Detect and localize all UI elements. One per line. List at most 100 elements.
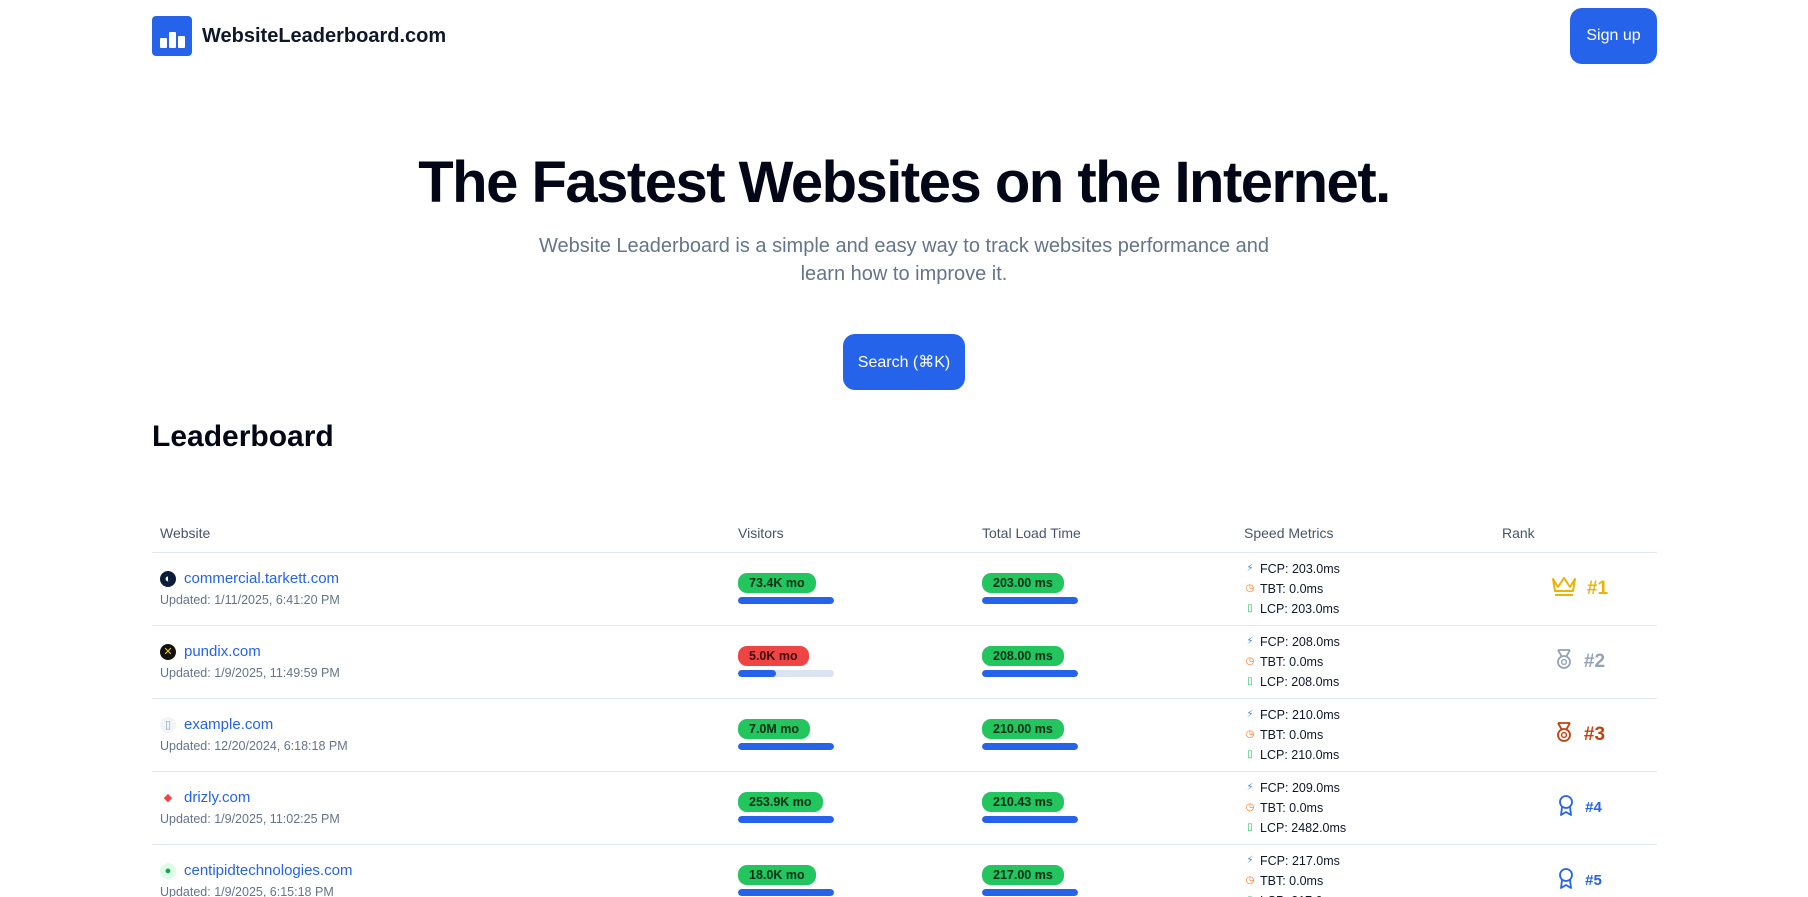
clock-icon: ◷ [1245,656,1255,667]
rank-badge: #1 [1551,575,1608,602]
rank-number: #2 [1583,650,1606,672]
site-header: WebsiteLeaderboard.com Sign up [152,8,1657,64]
tbt-value: TBT: 0.0ms [1260,727,1324,742]
visitors-cell: 73.4K mo [730,552,974,626]
tbt-value: TBT: 0.0ms [1260,800,1324,815]
table-row[interactable]: ▯ example.com Updated: 12/20/2024, 6:18:… [152,698,1657,772]
rank-cell: #2 [1494,625,1657,699]
updated-timestamp: Updated: 12/20/2024, 6:18:18 PM [160,739,348,753]
metric-tbt: ◷ TBT: 0.0ms [1244,725,1494,745]
rank-badge: #3 [1554,721,1605,748]
metric-fcp: ⚡ FCP: 217.0ms [1244,851,1494,871]
column-speed-metrics: Speed Metrics [1236,514,1494,553]
speed-metrics-cell: ⚡ FCP: 210.0ms ◷ TBT: 0.0ms ▯ LCP: 210.0ms [1236,698,1494,772]
visitors-cell: 7.0M mo [730,698,974,772]
page-title: The Fastest Websites on the Internet. [418,150,1391,215]
site-link[interactable]: drizly.com [184,789,250,806]
metric-fcp: ⚡ FCP: 203.0ms [1244,559,1494,579]
fcp-value: FCP: 203.0ms [1260,561,1340,576]
site-link[interactable]: pundix.com [184,643,261,660]
visitors-badge: 253.9K mo [738,792,823,812]
metric-lcp: ▯ LCP: 210.0ms [1244,745,1494,765]
metric-tbt: ◷ TBT: 0.0ms [1244,871,1494,891]
site-favicon-icon: ◐ [160,570,176,587]
leaderboard-title: Leaderboard [152,420,334,453]
visitors-bar-fill [738,889,834,896]
table-row[interactable]: ● centipidtechnologies.com Updated: 1/9/… [152,844,1657,897]
lightning-icon: ⚡ [1246,782,1254,793]
visitors-badge: 73.4K mo [738,573,816,593]
speed-metrics-cell: ⚡ FCP: 208.0ms ◷ TBT: 0.0ms ▯ LCP: 208.0ms [1236,625,1494,699]
rank-cell: #4 [1494,771,1657,845]
clock-icon: ◷ [1245,729,1255,740]
site-favicon-icon: ✕ [160,643,176,660]
visitors-bar-fill [738,816,834,823]
visitors-bar [738,816,834,823]
rank-number: #4 [1585,799,1602,816]
rank-badge: #2 [1554,648,1605,675]
hero-subtitle: Website Leaderboard is a simple and easy… [538,235,1269,285]
metric-tbt: ◷ TBT: 0.0ms [1244,579,1494,599]
visitors-badge: 18.0K mo [738,865,816,885]
website-cell: ◆ drizly.com Updated: 1/9/2025, 11:02:25… [152,771,730,845]
bar-chart-icon [152,16,192,56]
metric-lcp: ▯ LCP: 203.0ms [1244,599,1494,619]
site-link[interactable]: commercial.tarkett.com [184,570,339,587]
lcp-value: LCP: 208.0ms [1260,674,1340,689]
tbt-value: TBT: 0.0ms [1260,581,1324,596]
visitors-cell: 18.0K mo [730,844,974,897]
updated-timestamp: Updated: 1/9/2025, 11:49:59 PM [160,666,340,680]
load-time-bar-fill [982,889,1078,896]
metric-lcp: ▯ LCP: 2482.0ms [1244,818,1494,838]
table-row[interactable]: ◐ commercial.tarkett.com Updated: 1/11/2… [152,552,1657,626]
lcp-value: LCP: 217.0ms [1260,894,1339,897]
brand-name: WebsiteLeaderboard.com [202,24,447,47]
load-time-bar [982,670,1078,677]
lightning-icon: ⚡ [1246,855,1254,866]
website-cell: ▯ example.com Updated: 12/20/2024, 6:18:… [152,698,730,772]
metric-lcp: ▯ LCP: 208.0ms [1244,672,1494,692]
leaderboard-table: Website Visitors Total Load Time Speed M… [152,514,1657,897]
metric-fcp: ⚡ FCP: 210.0ms [1244,705,1494,725]
visitors-bar [738,889,834,896]
lightning-icon: ⚡ [1246,709,1254,720]
lcp-value: LCP: 2482.0ms [1260,820,1347,835]
column-website: Website [152,514,730,553]
device-icon: ▯ [1247,749,1253,760]
load-time-bar-fill [982,743,1078,750]
load-time-cell: 210.00 ms [974,698,1236,772]
metric-fcp: ⚡ FCP: 208.0ms [1244,632,1494,652]
search-button[interactable]: Search (⌘K) [843,334,965,390]
lcp-value: LCP: 210.0ms [1260,747,1340,762]
table-row[interactable]: ◆ drizly.com Updated: 1/9/2025, 11:02:25… [152,771,1657,845]
device-icon: ▯ [1247,676,1253,687]
load-time-badge: 210.43 ms [982,792,1064,812]
load-time-badge: 210.00 ms [982,719,1064,739]
fcp-value: FCP: 217.0ms [1260,853,1340,868]
metric-tbt: ◷ TBT: 0.0ms [1244,798,1494,818]
brand[interactable]: WebsiteLeaderboard.com [152,16,446,56]
lcp-value: LCP: 203.0ms [1260,601,1340,616]
visitors-cell: 253.9K mo [730,771,974,845]
signup-button[interactable]: Sign up [1570,8,1657,64]
speed-metrics-cell: ⚡ FCP: 217.0ms ◷ TBT: 0.0ms ▯LCP: 217.0ms [1236,844,1494,897]
clock-icon: ◷ [1245,802,1255,813]
award-icon [1557,794,1575,821]
visitors-bar-fill [738,743,834,750]
visitors-badge: 5.0K mo [738,646,809,666]
metric-tbt: ◷ TBT: 0.0ms [1244,652,1494,672]
website-cell: ◐ commercial.tarkett.com Updated: 1/11/2… [152,552,730,626]
site-link[interactable]: centipidtechnologies.com [184,862,352,879]
rank-number: #1 [1586,577,1609,599]
rank-cell: #5 [1494,844,1657,897]
site-link[interactable]: example.com [184,716,273,733]
metric-lcp: ▯LCP: 217.0ms [1244,891,1494,897]
medal-icon [1554,721,1574,748]
load-time-cell: 217.00 ms [974,844,1236,897]
visitors-bar [738,597,834,604]
table-row[interactable]: ✕ pundix.com Updated: 1/9/2025, 11:49:59… [152,625,1657,699]
visitors-badge: 7.0M mo [738,719,811,739]
tbt-value: TBT: 0.0ms [1260,873,1324,888]
rank-badge: #5 [1557,867,1602,894]
updated-timestamp: Updated: 1/9/2025, 6:15:18 PM [160,885,334,897]
